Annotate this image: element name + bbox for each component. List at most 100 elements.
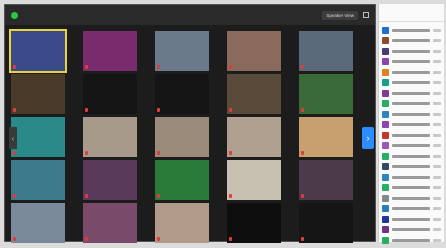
participant-tile[interactable] [83,31,137,71]
participant-row[interactable] [382,67,441,78]
participant-tile[interactable] [155,160,209,200]
participant-avatar [382,215,389,223]
participant-status-icons [433,144,441,148]
participant-avatar [382,100,389,108]
participant-avatar [382,58,389,66]
participant-video [83,117,137,157]
participant-row[interactable] [382,141,441,152]
participant-tile[interactable] [9,29,67,73]
participant-tile[interactable] [11,117,65,157]
participant-row[interactable] [382,46,441,57]
participant-video [11,74,65,114]
participant-row[interactable] [382,109,441,120]
participant-tile[interactable] [11,160,65,200]
muted-mic-icon [13,151,16,155]
speaker-view-button[interactable]: Speaker View [322,10,358,20]
participant-row[interactable] [382,25,441,36]
participant-status-icons [433,60,441,64]
participant-row[interactable] [382,36,441,47]
participant-row[interactable] [382,172,441,183]
participant-tile[interactable] [11,74,65,114]
participant-status-icons [433,238,441,242]
muted-mic-icon [85,65,88,69]
participant-video [11,117,65,157]
participant-tile[interactable] [299,203,353,243]
participant-tile[interactable] [227,160,281,200]
encryption-icon[interactable] [11,11,18,19]
muted-mic-icon [229,237,232,241]
participant-row[interactable] [382,88,441,99]
next-page-button[interactable]: › [362,127,374,149]
participant-tile[interactable] [227,74,281,114]
participant-name [392,70,430,74]
muted-mic-icon [13,65,16,69]
participant-row[interactable] [382,151,441,162]
participant-row[interactable] [382,183,441,194]
muted-mic-icon [301,194,304,198]
fullscreen-icon[interactable] [363,12,369,18]
muted-mic-icon [157,194,160,198]
participant-tile[interactable] [83,117,137,157]
participant-avatar [382,79,389,87]
participant-tile[interactable] [227,117,281,157]
participant-status-icons [433,70,441,74]
participant-name [392,238,430,242]
participant-tile[interactable] [299,31,353,71]
participant-avatar [382,110,389,118]
participant-tile[interactable] [155,31,209,71]
participant-avatar [382,226,389,234]
participant-tile[interactable] [227,31,281,71]
participant-tile[interactable] [83,74,137,114]
participant-video [155,160,209,200]
participant-video [155,203,209,243]
participant-tile[interactable] [299,117,353,157]
participant-tile[interactable] [11,203,65,243]
participant-video [11,160,65,200]
participant-name [392,91,430,95]
muted-mic-icon [229,194,232,198]
participant-video [299,74,353,114]
participant-row[interactable] [382,204,441,215]
participant-tile[interactable] [299,160,353,200]
participant-avatar [382,47,389,55]
participant-row[interactable] [382,130,441,141]
participant-name [392,228,430,232]
participant-row[interactable] [382,162,441,173]
participant-tile[interactable] [155,117,209,157]
participant-video [83,203,137,243]
meeting-topbar: Speaker View [5,5,375,25]
previous-page-button[interactable]: ‹ [9,127,17,149]
participant-tile[interactable] [155,203,209,243]
participant-row[interactable] [382,235,441,246]
participant-row[interactable] [382,120,441,131]
participant-row[interactable] [382,57,441,68]
participant-tile[interactable] [299,74,353,114]
participant-tile[interactable] [83,160,137,200]
meeting-view: Speaker View ‹ › [4,4,376,243]
muted-mic-icon [157,65,160,69]
participant-tile[interactable] [227,203,281,243]
muted-mic-icon [85,194,88,198]
participants-panel-header [379,4,444,22]
participant-row[interactable] [382,225,441,236]
participant-video [227,74,281,114]
participant-tile[interactable] [155,74,209,114]
participant-avatar [382,68,389,76]
muted-mic-icon [301,237,304,241]
participant-name [392,112,430,116]
participant-video [299,203,353,243]
participant-tile[interactable] [83,203,137,243]
participant-status-icons [433,91,441,95]
participant-row[interactable] [382,214,441,225]
muted-mic-icon [301,151,304,155]
gallery-grid [9,29,367,243]
participant-status-icons [433,175,441,179]
participant-status-icons [433,39,441,43]
participant-video [83,31,137,71]
participant-row[interactable] [382,99,441,110]
participant-status-icons [433,217,441,221]
participant-avatar [382,184,389,192]
participant-avatar [382,26,389,34]
participant-row[interactable] [382,78,441,89]
participant-row[interactable] [382,193,441,204]
